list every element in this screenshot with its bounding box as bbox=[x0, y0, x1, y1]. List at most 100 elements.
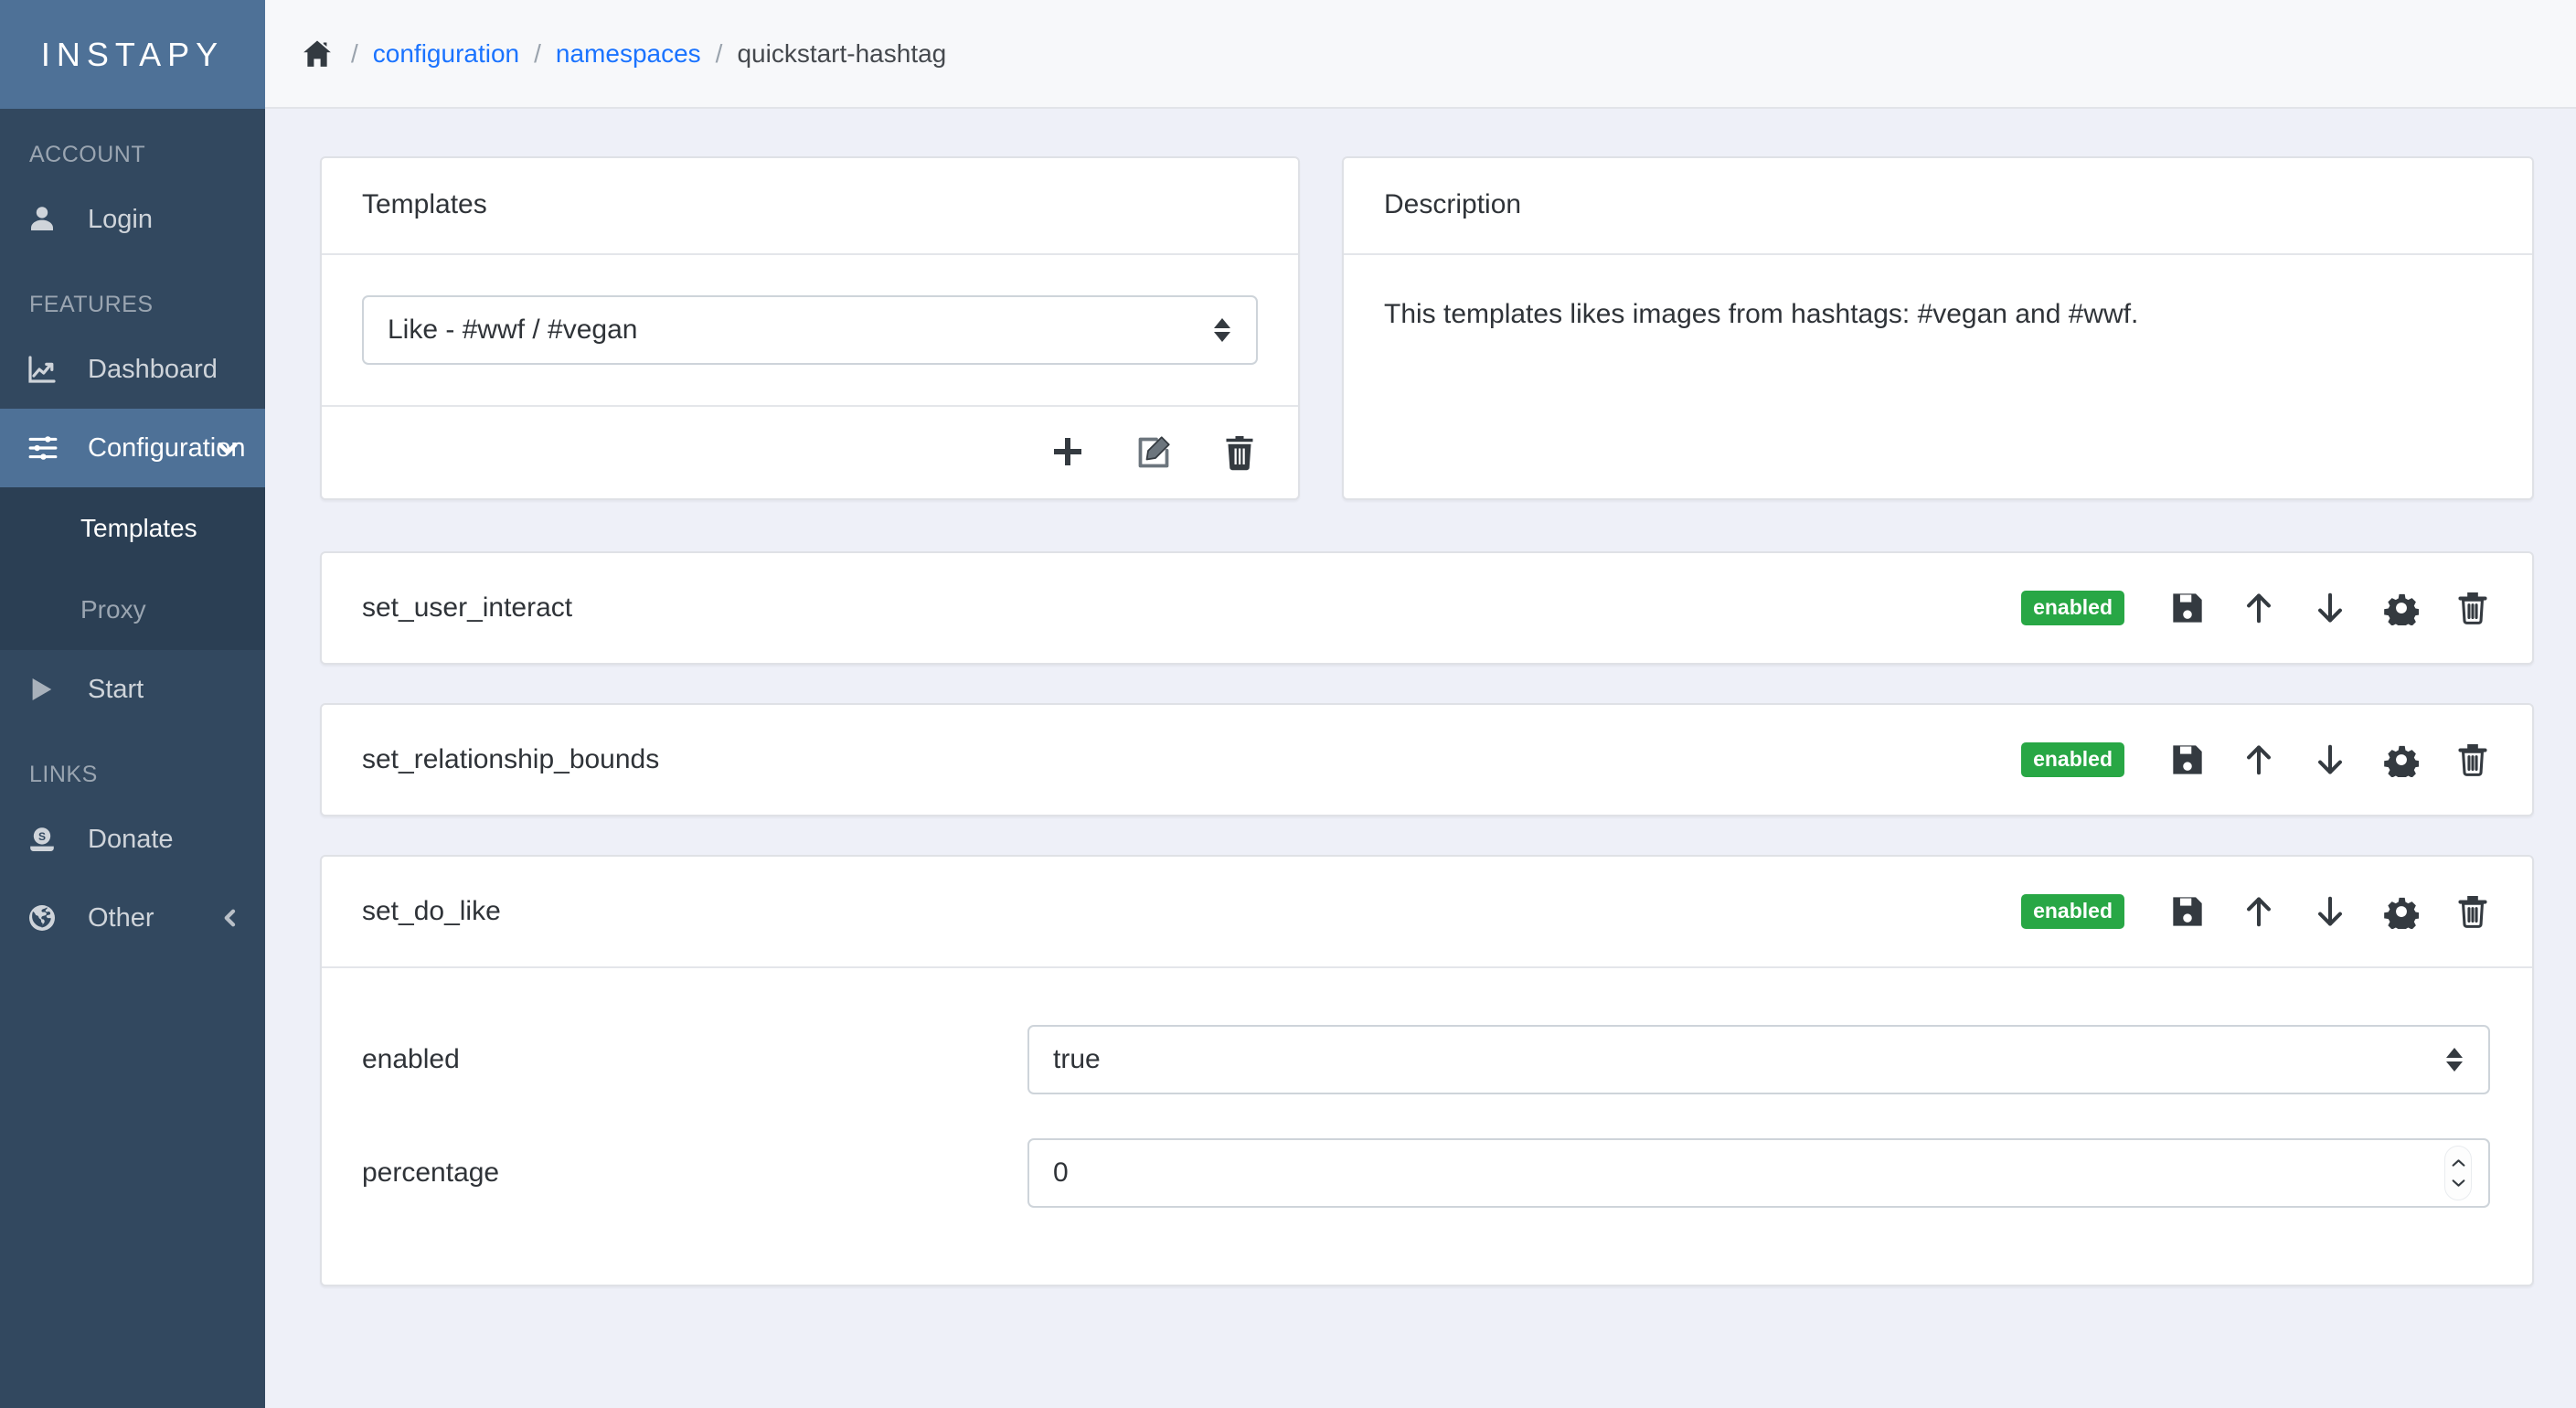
actions-list: set_user_interact enabled set_relationsh… bbox=[320, 551, 2534, 1286]
action-tools: enabled bbox=[2021, 591, 2490, 625]
action-title: set_relationship_bounds bbox=[362, 744, 660, 774]
sidebar: INSTAPY ACCOUNT Login FEATURES Dashboard… bbox=[0, 0, 265, 1408]
money-icon: S bbox=[27, 825, 68, 854]
globe-icon bbox=[27, 903, 68, 933]
select-arrows-icon bbox=[1214, 318, 1230, 342]
action-card-set-relationship-bounds: set_relationship_bounds enabled bbox=[320, 703, 2534, 816]
sidebar-item-proxy[interactable]: Proxy bbox=[0, 569, 265, 650]
description-card: Description This templates likes images … bbox=[1342, 156, 2534, 500]
enabled-select[interactable]: true bbox=[1027, 1025, 2490, 1094]
arrow-down-icon[interactable] bbox=[2313, 742, 2347, 777]
arrow-up-icon[interactable] bbox=[2241, 591, 2276, 625]
sidebar-item-donate[interactable]: S Donate bbox=[0, 800, 265, 879]
template-select-value: Like - #wwf / #vegan bbox=[388, 315, 638, 345]
top-cards-row: Templates Like - #wwf / #vegan Descripti… bbox=[320, 156, 2534, 500]
description-card-title: Description bbox=[1344, 158, 2532, 255]
breadcrumb-sep-1: / bbox=[351, 38, 358, 68]
select-arrows-icon bbox=[2446, 1048, 2463, 1072]
description-card-text: This templates likes images from hashtag… bbox=[1384, 299, 2139, 329]
gear-icon[interactable] bbox=[2384, 742, 2419, 777]
arrow-down-icon[interactable] bbox=[2313, 894, 2347, 929]
sidebar-item-templates-label: Templates bbox=[80, 513, 197, 542]
templates-card: Templates Like - #wwf / #vegan bbox=[320, 156, 1300, 500]
status-badge: enabled bbox=[2021, 591, 2124, 625]
breadcrumb-sep-3: / bbox=[715, 38, 723, 68]
status-badge: enabled bbox=[2021, 742, 2124, 777]
templates-card-title: Templates bbox=[322, 158, 1298, 255]
play-icon bbox=[27, 676, 68, 703]
chevron-left-icon[interactable] bbox=[218, 906, 241, 930]
brand-logo[interactable]: INSTAPY bbox=[0, 0, 265, 109]
home-icon[interactable] bbox=[302, 38, 333, 69]
field-row-percentage: percentage 0 bbox=[362, 1116, 2490, 1230]
breadcrumb-current: quickstart-hashtag bbox=[737, 38, 947, 68]
sidebar-item-donate-label: Donate bbox=[88, 824, 174, 854]
gear-icon[interactable] bbox=[2384, 894, 2419, 929]
status-badge: enabled bbox=[2021, 894, 2124, 929]
action-card-set-user-interact: set_user_interact enabled bbox=[320, 551, 2534, 665]
sidebar-item-templates[interactable]: Templates bbox=[0, 487, 265, 569]
sidebar-item-start-label: Start bbox=[88, 674, 144, 704]
templates-card-footer bbox=[322, 405, 1298, 498]
chevron-down-icon[interactable] bbox=[214, 434, 241, 462]
chart-line-icon bbox=[27, 355, 68, 384]
percentage-input[interactable]: 0 bbox=[1027, 1138, 2490, 1208]
action-header[interactable]: set_do_like enabled bbox=[322, 857, 2532, 966]
save-icon[interactable] bbox=[2170, 742, 2205, 777]
action-tools: enabled bbox=[2021, 742, 2490, 777]
field-control-enabled: true bbox=[1027, 1025, 2490, 1094]
templates-card-body: Like - #wwf / #vegan bbox=[322, 255, 1298, 405]
save-icon[interactable] bbox=[2170, 591, 2205, 625]
configuration-submenu: Templates Proxy bbox=[0, 487, 265, 650]
trash-icon[interactable] bbox=[2455, 591, 2490, 625]
action-card-set-do-like: set_do_like enabled enabled true percent… bbox=[320, 855, 2534, 1286]
plus-icon[interactable] bbox=[1049, 434, 1086, 471]
main-area: / configuration / namespaces / quickstar… bbox=[265, 0, 2576, 1408]
sidebar-item-other[interactable]: Other bbox=[0, 879, 265, 957]
sidebar-section-features: FEATURES bbox=[29, 292, 154, 317]
topbar: / configuration / namespaces / quickstar… bbox=[265, 0, 2576, 109]
arrow-up-icon[interactable] bbox=[2241, 894, 2276, 929]
action-header[interactable]: set_relationship_bounds enabled bbox=[322, 705, 2532, 815]
field-row-enabled: enabled true bbox=[362, 1003, 2490, 1116]
trash-icon[interactable] bbox=[2455, 742, 2490, 777]
sidebar-section-links: LINKS bbox=[29, 762, 98, 787]
page-content: Templates Like - #wwf / #vegan Descripti… bbox=[265, 109, 2576, 1408]
sidebar-item-other-label: Other bbox=[88, 902, 154, 933]
arrow-up-icon[interactable] bbox=[2241, 742, 2276, 777]
user-icon bbox=[27, 205, 68, 234]
field-label-enabled: enabled bbox=[362, 1044, 460, 1074]
action-header[interactable]: set_user_interact enabled bbox=[322, 553, 2532, 663]
action-title: set_user_interact bbox=[362, 592, 573, 623]
sidebar-item-login-label: Login bbox=[88, 204, 153, 234]
pencil-square-icon[interactable] bbox=[1135, 434, 1172, 471]
action-settings-body: enabled true percentage 0 bbox=[322, 966, 2532, 1285]
action-tools: enabled bbox=[2021, 894, 2490, 929]
trash-icon[interactable] bbox=[1221, 434, 1258, 471]
template-select[interactable]: Like - #wwf / #vegan bbox=[362, 295, 1258, 365]
breadcrumb-link-namespaces[interactable]: namespaces bbox=[556, 39, 701, 69]
brand-title: INSTAPY bbox=[40, 35, 225, 73]
breadcrumb-link-configuration[interactable]: configuration bbox=[373, 39, 519, 69]
breadcrumb-sep-2: / bbox=[534, 38, 541, 68]
arrow-down-icon[interactable] bbox=[2313, 591, 2347, 625]
field-control-percentage: 0 bbox=[1027, 1138, 2490, 1208]
app-root: INSTAPY ACCOUNT Login FEATURES Dashboard… bbox=[0, 0, 2576, 1408]
save-icon[interactable] bbox=[2170, 894, 2205, 929]
breadcrumb: / configuration / namespaces / quickstar… bbox=[302, 38, 946, 69]
sidebar-item-start[interactable]: Start bbox=[0, 650, 265, 729]
trash-icon[interactable] bbox=[2455, 894, 2490, 929]
sidebar-item-configuration[interactable]: Configuration bbox=[0, 409, 265, 487]
sidebar-item-proxy-label: Proxy bbox=[80, 594, 146, 624]
sidebar-item-dashboard[interactable]: Dashboard bbox=[0, 330, 265, 409]
svg-text:S: S bbox=[38, 830, 46, 843]
sidebar-item-dashboard-label: Dashboard bbox=[88, 354, 218, 384]
action-title: set_do_like bbox=[362, 896, 501, 926]
percentage-input-value: 0 bbox=[1053, 1157, 1069, 1188]
sliders-icon bbox=[27, 432, 68, 464]
gear-icon[interactable] bbox=[2384, 591, 2419, 625]
field-label-percentage: percentage bbox=[362, 1157, 500, 1188]
sidebar-item-login[interactable]: Login bbox=[0, 180, 265, 259]
sidebar-section-account: ACCOUNT bbox=[29, 142, 146, 167]
number-spinner-icon[interactable] bbox=[2444, 1146, 2472, 1200]
